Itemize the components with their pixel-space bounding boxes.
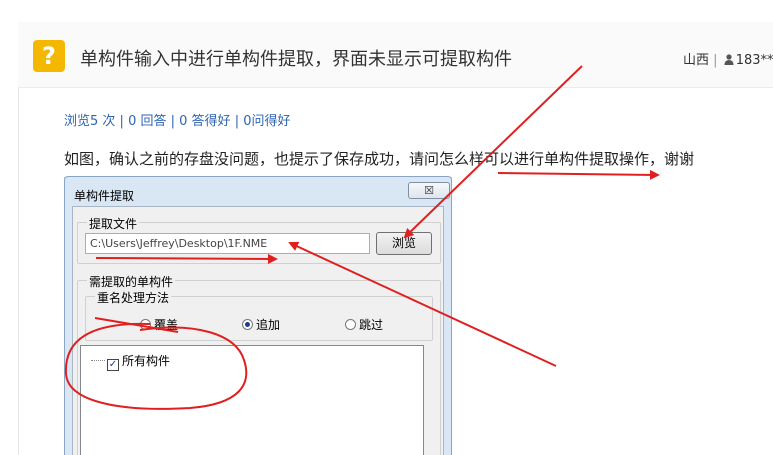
- radio-append[interactable]: 追加: [242, 316, 280, 333]
- radio-dot-selected: [242, 319, 253, 330]
- file-path-input[interactable]: C:\Users\Jeffrey\Desktop\1F.NME: [85, 233, 370, 254]
- page-title: 单构件输入中进行单构件提取，界面未显示可提取构件: [80, 49, 512, 70]
- question-body: 如图，确认之前的存盘没问题，也提示了保存成功，请问怎么样可以进行单构件提取操作，…: [64, 150, 695, 168]
- question-mark-icon: ?: [33, 40, 65, 72]
- rename-group-label: 重名处理方法: [95, 289, 172, 306]
- tree-connector: [91, 360, 105, 361]
- component-tree[interactable]: ✓ 所有构件: [80, 345, 424, 455]
- answers-count[interactable]: 0 回答: [128, 114, 166, 129]
- checkbox-checked-icon[interactable]: ✓: [107, 359, 119, 371]
- close-icon[interactable]: ☒: [408, 182, 450, 199]
- user-icon: [724, 54, 734, 65]
- radio-skip[interactable]: 跳过: [345, 316, 383, 333]
- views-count: 浏览5 次: [64, 114, 116, 129]
- meta-separator: |: [713, 53, 718, 68]
- good-answers-count: 0 答得好: [179, 114, 231, 129]
- radio-dot: [140, 319, 151, 330]
- tree-item-label: 所有构件: [122, 354, 171, 368]
- browse-button[interactable]: 浏览: [376, 232, 432, 255]
- radio-dot: [345, 319, 356, 330]
- asks-count: 0问得好: [243, 114, 291, 129]
- radio-label: 跳过: [359, 318, 384, 332]
- dialog-title: 单构件提取: [74, 189, 135, 203]
- file-group-label: 提取文件: [87, 215, 140, 232]
- radio-label: 覆盖: [154, 318, 179, 332]
- radio-label: 追加: [256, 318, 281, 332]
- tree-item-all-components[interactable]: ✓ 所有构件: [91, 352, 170, 371]
- question-stats: 浏览5 次 | 0 回答 | 0 答得好 | 0问得好: [64, 110, 291, 129]
- region-label: 山西: [683, 53, 710, 68]
- stats-separator: |: [170, 114, 176, 129]
- asker-meta: 山西 | 183**: [683, 49, 773, 68]
- stats-separator: |: [234, 114, 240, 129]
- attached-screenshot[interactable]: 单构件提取 ☒ 提取文件 C:\Users\Jeffrey\Desktop\1F…: [64, 170, 452, 455]
- stats-separator: |: [119, 114, 124, 129]
- components-group-label: 需提取的单构件: [87, 273, 176, 290]
- asker-username[interactable]: 183**: [736, 53, 773, 68]
- radio-overwrite[interactable]: 覆盖: [140, 316, 178, 333]
